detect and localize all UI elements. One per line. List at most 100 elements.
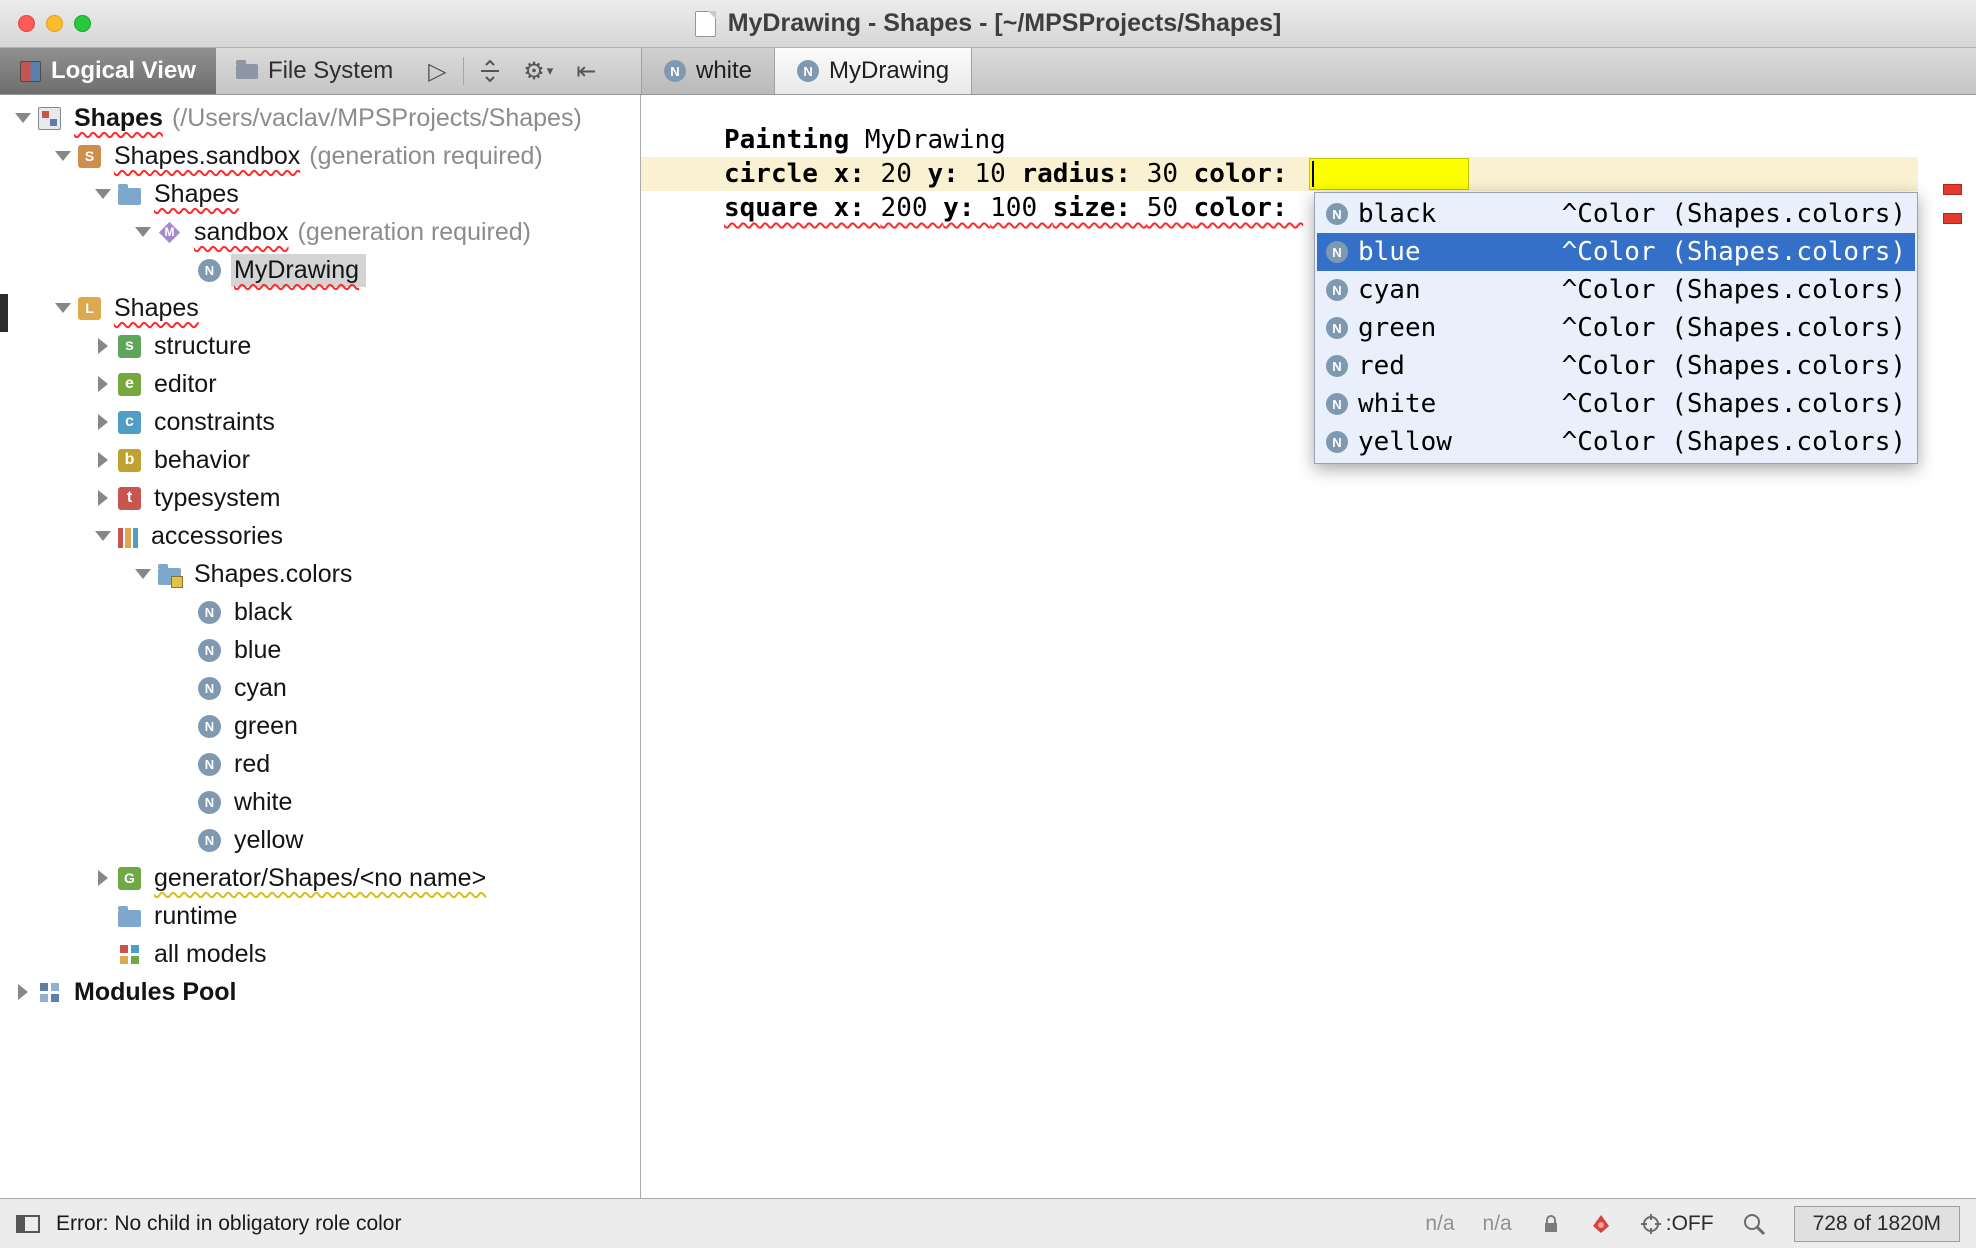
title-bar: MyDrawing - Shapes - [~/MPSProjects/Shap… xyxy=(0,0,1976,48)
tree-expanded-arrow-icon[interactable] xyxy=(88,179,118,209)
editor-token[interactable]: x: xyxy=(834,193,881,223)
editor-token[interactable]: circle xyxy=(724,159,834,189)
editor-token[interactable]: 10 xyxy=(974,159,1021,189)
tree-item-content: black xyxy=(231,596,299,629)
tree-item-typesystem[interactable]: typesystem xyxy=(0,479,640,517)
typesystem-indicator[interactable]: :OFF xyxy=(1640,1212,1714,1236)
model-m-icon xyxy=(158,221,181,244)
tree-item-editor[interactable]: editor xyxy=(0,365,640,403)
completion-item-blue[interactable]: blue^Color (Shapes.colors) xyxy=(1317,233,1915,271)
tree-item-shapes[interactable]: Shapes xyxy=(0,289,640,327)
tree-expanded-arrow-icon[interactable] xyxy=(128,559,158,589)
tree-item-structure[interactable]: structure xyxy=(0,327,640,365)
memory-indicator[interactable]: 728 of 1820M xyxy=(1794,1206,1960,1242)
editor-token[interactable]: square xyxy=(724,193,834,223)
hide-panel-icon[interactable]: ⇤ xyxy=(562,48,610,94)
editor-token[interactable]: Painting xyxy=(724,125,865,155)
tree-item-behavior[interactable]: behavior xyxy=(0,441,640,479)
tree-collapsed-arrow-icon[interactable] xyxy=(88,483,118,513)
tree-item-shapes-colors[interactable]: Shapes.colors xyxy=(0,555,640,593)
editor-token[interactable]: color: xyxy=(1194,193,1304,223)
toolbar: Logical View File System ▷ ⚙▾ ⇤ white My… xyxy=(0,48,1976,95)
tree-item-label: runtime xyxy=(154,902,237,931)
tree-item-red[interactable]: red xyxy=(0,745,640,783)
editor-token[interactable]: 100 xyxy=(990,193,1053,223)
tree-item-shapes[interactable]: Shapes xyxy=(0,175,640,213)
editor-token[interactable]: 50 xyxy=(1147,193,1194,223)
magnifier-icon[interactable] xyxy=(1742,1212,1766,1236)
close-button[interactable] xyxy=(18,15,35,32)
gear-icon[interactable]: ⚙▾ xyxy=(514,48,562,94)
error-stripe-mark[interactable] xyxy=(1943,184,1962,195)
completion-item-white[interactable]: white^Color (Shapes.colors) xyxy=(1317,385,1915,423)
editor-token[interactable]: radius: xyxy=(1021,159,1146,189)
editor-line[interactable]: Painting MyDrawing xyxy=(641,123,1918,157)
editor-token[interactable]: y: xyxy=(943,193,990,223)
editor-token[interactable]: 20 xyxy=(881,159,928,189)
editor-token[interactable]: 30 xyxy=(1147,159,1194,189)
tree-item-accessories[interactable]: accessories xyxy=(0,517,640,555)
editor-line-text: circle x: 20 y: 10 radius: 30 color: xyxy=(724,159,1303,189)
tree-item-generator-shapes-no-name[interactable]: generator/Shapes/<no name> xyxy=(0,859,640,897)
completion-item-green[interactable]: green^Color (Shapes.colors) xyxy=(1317,309,1915,347)
tree-item-shapes[interactable]: Shapes(/Users/vaclav/MPSProjects/Shapes) xyxy=(0,99,640,137)
completion-item-yellow[interactable]: yellow^Color (Shapes.colors) xyxy=(1317,423,1915,461)
editor-token[interactable]: y: xyxy=(928,159,975,189)
tree-collapsed-arrow-icon[interactable] xyxy=(88,407,118,437)
tree-item-cyan[interactable]: cyan xyxy=(0,669,640,707)
toolwindow-stripe-mark[interactable] xyxy=(0,294,8,332)
tree-item-shapes-sandbox[interactable]: Shapes.sandbox(generation required) xyxy=(0,137,640,175)
tree-item-black[interactable]: black xyxy=(0,593,640,631)
completion-item-red[interactable]: red^Color (Shapes.colors) xyxy=(1317,347,1915,385)
folder-icon xyxy=(118,188,141,205)
tree-expanded-arrow-icon[interactable] xyxy=(48,141,78,171)
tree-item-sandbox[interactable]: sandbox(generation required) xyxy=(0,213,640,251)
tree-item-constraints[interactable]: constraints xyxy=(0,403,640,441)
tree-collapsed-arrow-icon[interactable] xyxy=(8,977,38,1007)
tree-collapsed-arrow-icon[interactable] xyxy=(88,445,118,475)
editor-token[interactable]: 200 xyxy=(881,193,944,223)
editor-tab-white[interactable]: white xyxy=(641,48,775,94)
editor-token[interactable]: x: xyxy=(834,159,881,189)
editor-token[interactable]: color: xyxy=(1194,159,1304,189)
editor-tab-mydrawing[interactable]: MyDrawing xyxy=(775,48,972,94)
tree-expanded-arrow-icon[interactable] xyxy=(8,103,38,133)
lock-icon[interactable] xyxy=(1540,1213,1562,1235)
play-icon[interactable]: ▷ xyxy=(413,48,461,94)
expand-collapse-icon[interactable] xyxy=(466,48,514,94)
editor-token[interactable]: size: xyxy=(1053,193,1147,223)
tree-expanded-arrow-icon[interactable] xyxy=(128,217,158,247)
tree-item-modules-pool[interactable]: Modules Pool xyxy=(0,973,640,1011)
tree-item-white[interactable]: white xyxy=(0,783,640,821)
tree-collapsed-arrow-icon[interactable] xyxy=(88,863,118,893)
editor-tab-bar: white MyDrawing xyxy=(641,48,972,94)
editor-line[interactable]: circle x: 20 y: 10 radius: 30 color: xyxy=(641,157,1918,191)
empty-cell-editing[interactable] xyxy=(1309,158,1469,190)
editor[interactable]: Painting MyDrawingcircle x: 20 y: 10 rad… xyxy=(641,95,1976,1198)
tree-expanded-arrow-icon[interactable] xyxy=(48,293,78,323)
tree-item-runtime[interactable]: runtime xyxy=(0,897,640,935)
zoom-button[interactable] xyxy=(74,15,91,32)
tree-item-content: typesystem xyxy=(151,482,287,515)
editor-token[interactable]: MyDrawing xyxy=(865,125,1006,155)
status-bar: Error: No child in obligatory role color… xyxy=(0,1198,1976,1248)
tree-expanded-arrow-icon[interactable] xyxy=(88,521,118,551)
tree-item-yellow[interactable]: yellow xyxy=(0,821,640,859)
tree-item-all-models[interactable]: all models xyxy=(0,935,640,973)
tree-item-blue[interactable]: blue xyxy=(0,631,640,669)
tree-item-suffix: (generation required) xyxy=(309,142,542,171)
minimize-button[interactable] xyxy=(46,15,63,32)
tree-item-mydrawing[interactable]: MyDrawing xyxy=(0,251,640,289)
toolwindow-toggle-icon[interactable] xyxy=(16,1215,40,1233)
completion-type: ^Color (Shapes.colors) xyxy=(1562,313,1906,343)
tree-collapsed-arrow-icon[interactable] xyxy=(88,369,118,399)
error-stripe-mark[interactable] xyxy=(1943,213,1962,224)
tree-item-content: Modules Pool xyxy=(71,976,244,1009)
completion-item-cyan[interactable]: cyan^Color (Shapes.colors) xyxy=(1317,271,1915,309)
completion-item-black[interactable]: black^Color (Shapes.colors) xyxy=(1317,195,1915,233)
tab-logical-view[interactable]: Logical View xyxy=(0,48,216,94)
tree-item-green[interactable]: green xyxy=(0,707,640,745)
tab-file-system[interactable]: File System xyxy=(216,48,413,94)
hector-icon[interactable] xyxy=(1590,1213,1612,1235)
tree-collapsed-arrow-icon[interactable] xyxy=(88,331,118,361)
